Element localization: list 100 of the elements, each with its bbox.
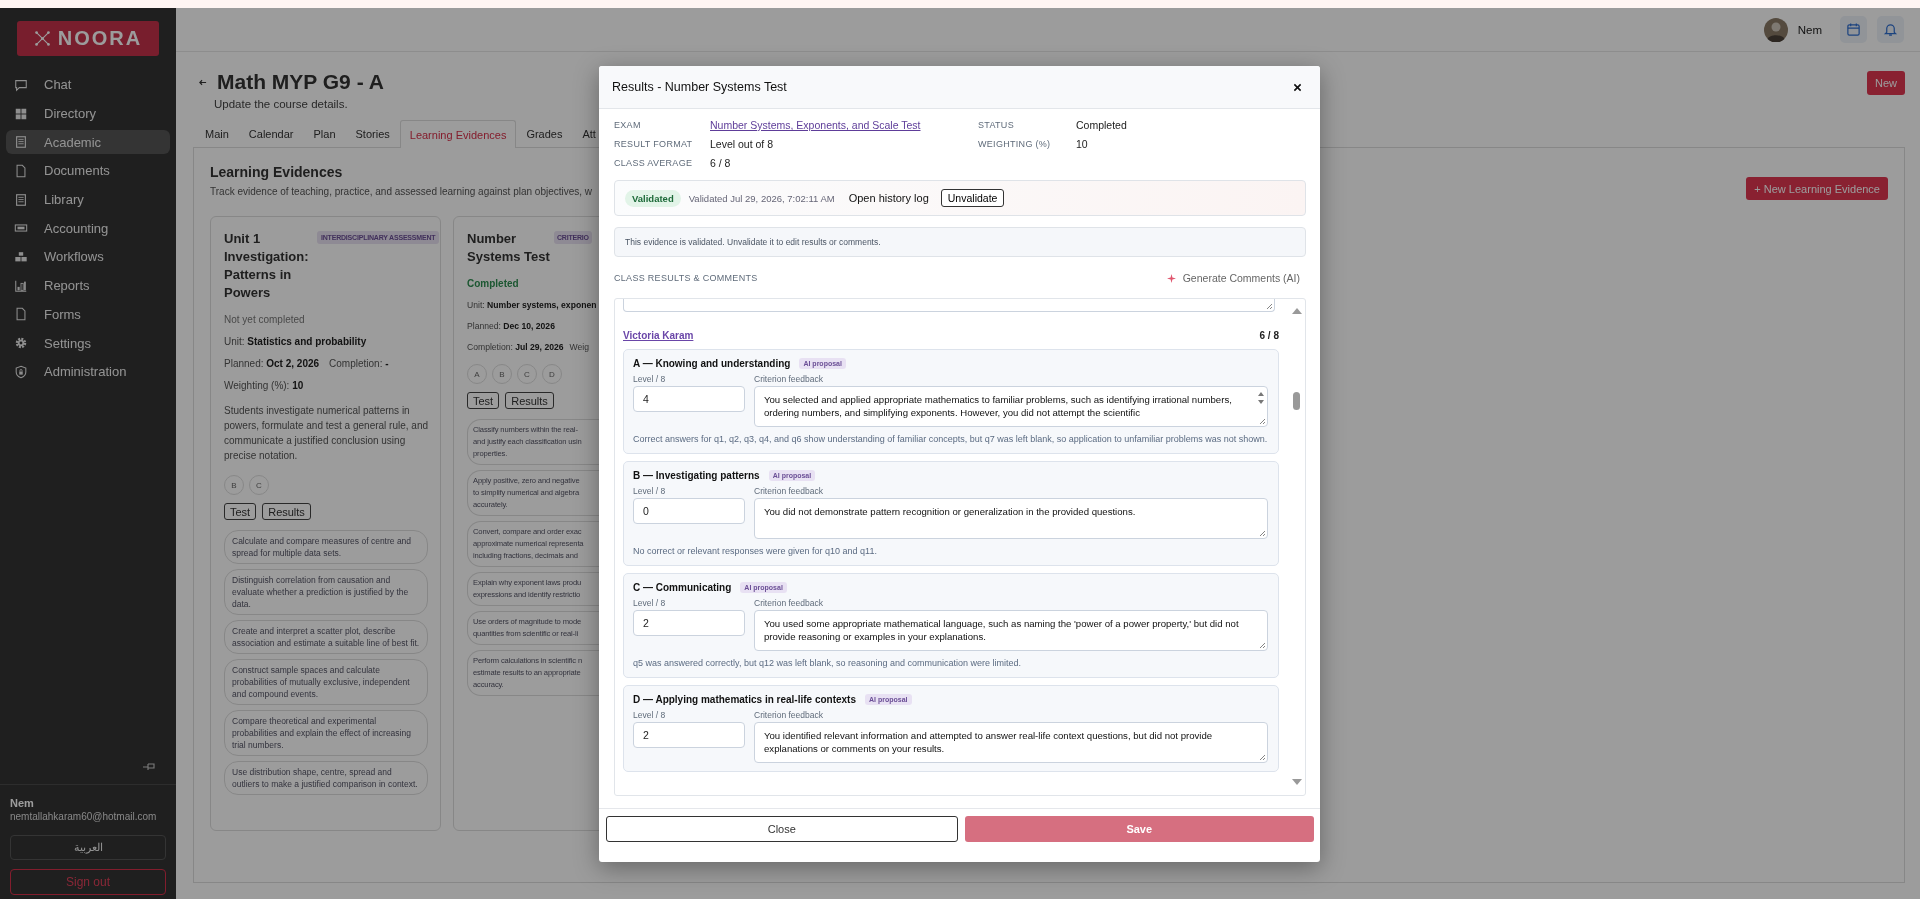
page-title: Math MYP G9 - A <box>217 70 384 94</box>
document-icon <box>14 163 28 178</box>
tab[interactable]: Stories <box>345 120 400 147</box>
status-badge: Validated <box>625 189 681 207</box>
logo-text: NOORA <box>57 27 143 50</box>
scroll-thumb[interactable] <box>1293 392 1300 410</box>
feedback-field[interactable]: You identified relevant information and attempted to answer real-life context questions, but did not provide explanations or comments on your results. <box>754 722 1268 763</box>
document-icon <box>14 307 28 322</box>
tab[interactable]: Grades <box>516 120 573 147</box>
level-input[interactable]: 2 <box>633 610 745 636</box>
field-label: Criterion feedback <box>754 486 824 496</box>
card-status: Completed <box>467 278 520 289</box>
nav-item[interactable]: Academic <box>6 130 170 155</box>
unvalidate-button[interactable]: Unvalidate <box>940 189 1005 207</box>
section-description: Track evidence of teaching, practice, and assessed learning against plan objectives, w <box>210 186 593 197</box>
field-label: Level / 8 <box>633 598 667 608</box>
card-meta: Planned: Oct 2, 2026 <box>224 358 320 369</box>
student-link[interactable]: Victoria Karam <box>623 329 694 341</box>
field-label: Level / 8 <box>633 486 667 496</box>
info-value: 10 <box>1076 138 1089 150</box>
card-button[interactable]: Test <box>224 503 257 520</box>
new-button[interactable]: New <box>1867 71 1905 95</box>
objective-pill: Create and interpret a scatter plot, describe association and estimate a suitable line of best fit. <box>224 620 428 654</box>
dialog-title: Results - Number Systems Test <box>612 80 787 94</box>
nav-item[interactable]: Reports <box>6 273 170 298</box>
resize-grip-icon <box>1258 753 1266 761</box>
language-button[interactable]: العربية <box>10 835 166 860</box>
student-score: 6 / 8 <box>1259 329 1279 341</box>
user-email: nemtallahkaram60@hotmail.com <box>10 811 158 822</box>
close-icon <box>1293 82 1302 92</box>
nav-item[interactable]: Library <box>6 187 170 212</box>
info-label: WEIGHTING (%) <box>978 139 1052 149</box>
nav-item[interactable]: Directory <box>6 101 170 126</box>
field-label: Criterion feedback <box>754 374 824 384</box>
card-button[interactable]: Test <box>467 392 500 409</box>
card-meta: Weighting (%): 10 <box>224 380 304 391</box>
nav-item[interactable]: Settings <box>6 331 170 355</box>
objective-pill: Distinguish correlation from causation and evaluate whether a prediction is justified by the data. <box>224 569 428 615</box>
criterion-title: D — Applying mathematics in real-life contexts <box>633 694 856 705</box>
pin-icon[interactable] <box>142 762 156 772</box>
nav-item[interactable]: Documents <box>6 159 170 183</box>
calendar-icon <box>1846 22 1861 37</box>
feedback-field[interactable] <box>623 299 1275 312</box>
back-arrow-icon[interactable] <box>198 77 207 87</box>
field-label: Level / 8 <box>633 710 667 720</box>
card-button[interactable]: Results <box>262 503 311 520</box>
tab[interactable]: Calendar <box>238 120 304 147</box>
nav-item[interactable]: Forms <box>6 302 170 327</box>
notifications-button[interactable] <box>1877 16 1904 43</box>
criterion-title: B — Investigating patterns <box>633 470 760 481</box>
tab[interactable]: Main <box>195 120 239 147</box>
new-learning-evidence-button[interactable]: + New Learning Evidence <box>1746 177 1888 200</box>
info-label: CLASS AVERAGE <box>614 158 694 168</box>
card-meta: Completion: - <box>329 358 389 369</box>
bar-chart-icon <box>14 278 28 293</box>
nav-item[interactable]: Administration <box>6 359 170 384</box>
nav-item[interactable]: Workflows <box>6 245 170 269</box>
field-label: Criterion feedback <box>754 710 824 720</box>
exam-link[interactable]: Number Systems, Exponents, and Scale Test <box>710 119 921 131</box>
scroll-up-icon[interactable] <box>1292 308 1302 314</box>
card-status: Not yet completed <box>224 314 306 325</box>
nav-item[interactable]: Chat <box>6 73 170 97</box>
feedback-field[interactable]: You did not demonstrate pattern recognition or generalization in the provided questions. <box>754 498 1268 539</box>
history-log-link[interactable]: Open history log <box>848 192 929 204</box>
field-label: Level / 8 <box>633 374 667 384</box>
notice-text: This evidence is validated. Unvalidate it to edit results or comments. <box>614 227 1306 257</box>
scroll-down-icon[interactable] <box>1292 779 1302 785</box>
bell-icon <box>1883 22 1898 37</box>
feedback-field[interactable]: You used some appropriate mathematical language, such as naming the 'power of a power property,' but did not provide reasoning or examples in your explanations. <box>754 610 1268 651</box>
criterion-note: q5 was answered correctly, but q12 was left blank, so reasoning and communication were limited. <box>633 657 1023 669</box>
section-label: CLASS RESULTS & COMMENTS <box>614 273 758 283</box>
boxes-icon <box>14 249 28 264</box>
avatar[interactable] <box>1763 17 1788 42</box>
objective-pill: Construct sample spaces and calculate probabilities of mutually exclusive, independent and compound events. <box>224 659 428 705</box>
feedback-field[interactable]: You selected and applied appropriate mathematics to familiar problems, such as identifying irrational numbers, ordering numbers, and simplifying exponents. However, you did not attempt the scientific <box>754 386 1268 427</box>
book-icon <box>14 135 28 150</box>
grid-icon <box>14 106 28 121</box>
nav-item[interactable]: Accounting <box>6 216 170 241</box>
info-label: STATUS <box>978 120 1015 130</box>
card-meta: Weig <box>569 342 589 352</box>
info-label: EXAM <box>614 120 642 130</box>
info-value: 6 / 8 <box>710 157 732 169</box>
card-title: Number Systems Test <box>467 230 551 266</box>
card-button[interactable]: Results <box>505 392 554 409</box>
section-title: Learning Evidences <box>210 164 344 180</box>
resize-grip-icon <box>1265 302 1273 310</box>
generate-comments-button[interactable]: Generate Comments (AI) <box>1166 272 1306 284</box>
calendar-button[interactable] <box>1840 16 1867 43</box>
settings-icon <box>14 336 28 351</box>
close-button[interactable]: Close <box>606 816 958 842</box>
card-description: Students investigate numerical patterns in powers, formulate and test a general rule, and communicate a justified conclusion using precise notation. <box>224 404 428 463</box>
level-input[interactable]: 2 <box>633 722 745 748</box>
user-name: Nem <box>10 797 35 809</box>
level-input[interactable]: 4 <box>633 386 745 412</box>
user-name[interactable]: Nem <box>1797 23 1822 36</box>
tab[interactable]: Plan <box>303 120 346 147</box>
tab[interactable]: Learning Evidences <box>399 120 517 148</box>
level-input[interactable]: 0 <box>633 498 745 524</box>
card-title: Unit 1 Investigation: Patterns in Powers <box>224 230 310 302</box>
objective-pill: Use distribution shape, centre, spread and outliers to make a justified comparison in context. <box>224 761 428 795</box>
